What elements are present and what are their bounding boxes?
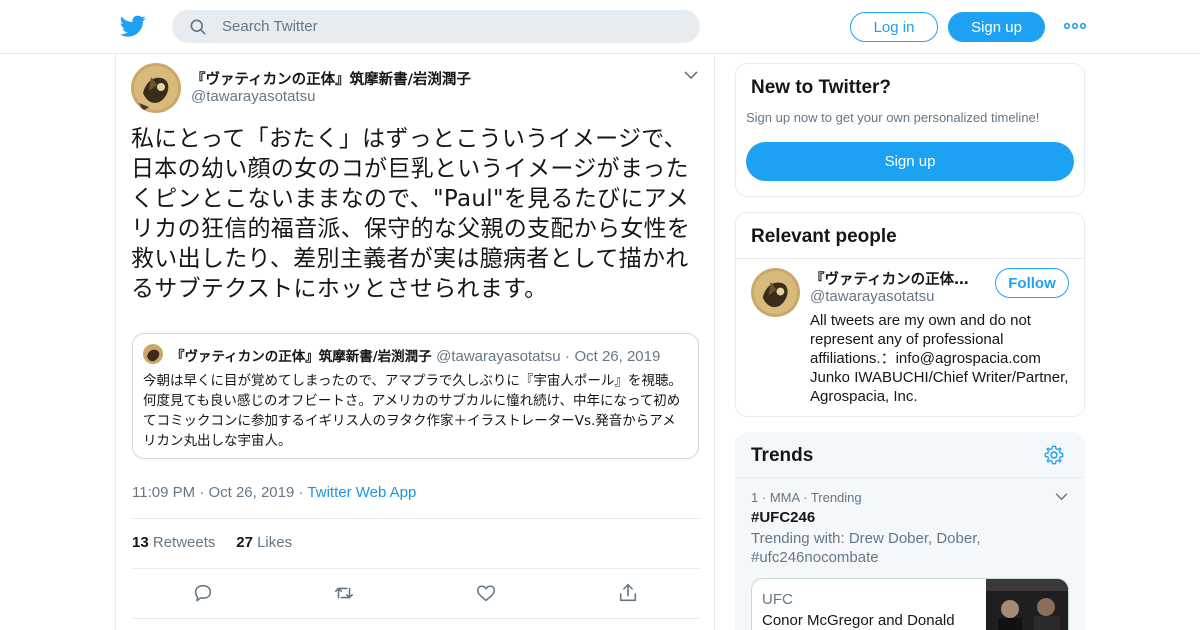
retweets-label: Retweets [152,534,216,551]
relevant-people-card: Relevant people 『ヴァティカンの正体… @tawarayasot… [735,212,1085,417]
chevron-down-icon[interactable] [1055,492,1068,501]
retweet-button[interactable] [333,582,355,608]
divider [736,258,1084,259]
settings-gear-icon[interactable] [1043,444,1065,466]
login-button[interactable]: Log in [850,12,938,42]
sidebar-signup-button[interactable]: Sign up [746,142,1074,181]
reply-icon [194,584,212,602]
trend-hashtag: #UFC246 [751,509,816,526]
trend-news-card[interactable]: UFC Conor McGregor and Donald [751,578,1069,630]
person-name[interactable]: 『ヴァティカンの正体… [810,268,980,289]
reply-button[interactable] [192,582,214,608]
tweet-source-app[interactable]: Twitter Web App [307,484,416,501]
like-button[interactable] [475,582,497,608]
tweet-detail: 『ヴァティカンの正体』筑摩新書/岩渕潤子 @tawarayasotatsu 私に… [115,54,715,630]
trend-status: Trending [810,490,862,505]
divider [132,518,700,519]
likes-count: 27 [236,534,253,551]
divider [735,477,1085,478]
tweet-time[interactable]: 11:09 PM [132,484,195,501]
tweet-text: 私にとって「おたく」はずっとこういうイメージで、日本の幼い顔の女のコが巨乳という… [131,126,691,302]
divider [132,568,700,569]
chevron-down-icon[interactable] [684,70,698,80]
tweet-meta: 11:09 PM · Oct 26, 2019 · Twitter Web Ap… [132,484,416,501]
likes-label: Likes [257,534,293,551]
new-to-twitter-title: New to Twitter? [751,77,892,98]
trend-rank: 1 [751,490,759,505]
news-headline: Conor McGregor and Donald [762,612,955,629]
author-avatar[interactable] [131,63,181,113]
tweet-date[interactable]: Oct 26, 2019 [208,484,294,501]
quote-date: Oct 26, 2019 [574,348,661,365]
retweet-icon [334,587,354,599]
tweet-stats: 13 Retweets 27 Likes [132,534,292,551]
meta-separator: · [298,484,304,501]
trend-related: Trending with: Drew Dober, Dober, #ufc24… [751,530,981,566]
trends-card: Trends 1 · MMA · Trending #UFC246 Trendi… [735,432,1085,630]
trend-meta: 1 · MMA · Trending [751,490,862,505]
search-box[interactable] [172,10,700,43]
news-thumbnail [986,579,1068,630]
more-options-icon[interactable] [1064,19,1086,33]
divider [132,618,700,619]
trends-title: Trends [751,445,814,466]
relevant-people-title: Relevant people [751,226,897,247]
trend-separator: · [761,490,767,505]
quote-author-handle: @tawarayasotatsu [436,348,561,365]
quote-author-avatar [143,344,163,364]
trend-category: MMA [769,490,800,505]
author-name[interactable]: 『ヴァティカンの正体』筑摩新書/岩渕潤子 [191,68,471,89]
top-bar: Log in Sign up [0,0,1200,54]
news-category: UFC [762,591,793,608]
heart-icon [476,585,496,602]
person-bio: All tweets are my own and do not represe… [810,312,1069,405]
search-icon [190,19,206,35]
signup-button[interactable]: Sign up [948,12,1045,42]
retweets-count: 13 [132,534,149,551]
quote-separator: · [564,348,570,365]
quote-author-name: 『ヴァティカンの正体』筑摩新書/岩渕潤子 [171,349,432,365]
quote-text: 今朝は早くに目が覚めてしまったので、アマプラで久しぶりに『宇宙人ポール』を視聴。… [143,373,682,449]
trend-separator: · [803,490,808,505]
follow-button[interactable]: Follow [995,268,1069,298]
search-input[interactable] [222,10,682,43]
quoted-tweet[interactable]: 『ヴァティカンの正体』筑摩新書/岩渕潤子 @tawarayasotatsu · … [132,333,699,459]
author-handle[interactable]: @tawarayasotatsu [191,88,315,105]
person-handle[interactable]: @tawarayasotatsu [810,288,934,305]
person-avatar[interactable] [751,268,800,317]
new-to-twitter-card: New to Twitter? Sign up now to get your … [735,63,1085,197]
meta-separator: · [199,484,205,501]
share-button[interactable] [617,582,639,608]
share-icon [619,583,637,602]
retweets-stat[interactable]: 13 Retweets [132,534,215,551]
twitter-bird-icon[interactable] [120,13,146,39]
new-to-twitter-subtitle: Sign up now to get your own personalized… [746,110,1040,125]
likes-stat[interactable]: 27 Likes [236,534,292,551]
